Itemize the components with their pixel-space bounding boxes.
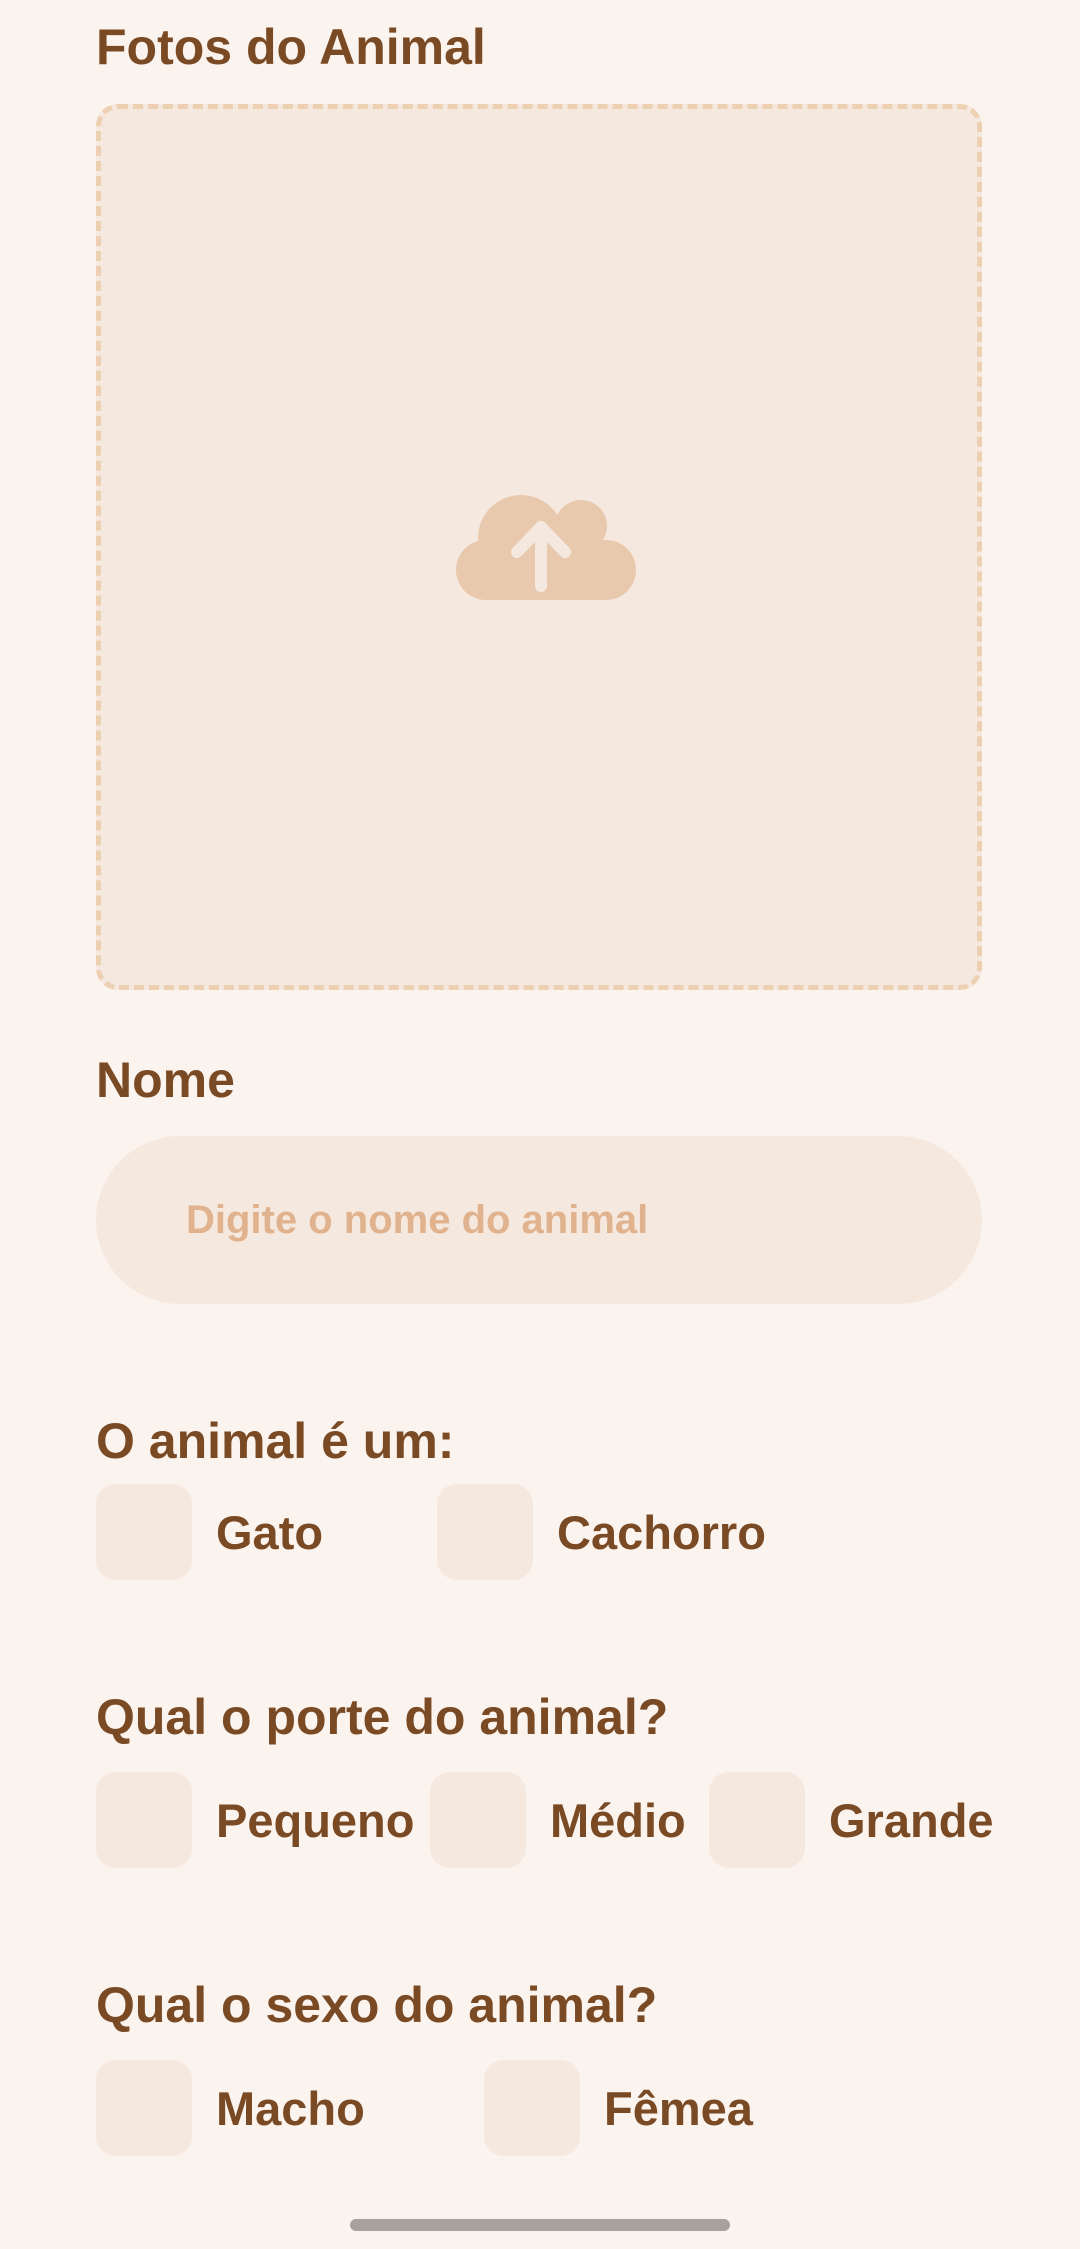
cachorro-checkbox[interactable] xyxy=(437,1484,533,1580)
species-option-cachorro[interactable]: Cachorro xyxy=(437,1484,766,1580)
grande-label: Grande xyxy=(829,1793,994,1847)
sex-option-macho[interactable]: Macho xyxy=(96,2060,365,2156)
animal-name-input[interactable] xyxy=(96,1136,982,1304)
sex-section-title: Qual o sexo do animal? xyxy=(96,1977,658,2033)
size-option-pequeno[interactable]: Pequeno xyxy=(96,1772,414,1868)
pequeno-checkbox[interactable] xyxy=(96,1772,192,1868)
gato-checkbox[interactable] xyxy=(96,1484,192,1580)
size-option-medio[interactable]: Médio xyxy=(430,1772,686,1868)
pequeno-label: Pequeno xyxy=(216,1793,415,1847)
macho-checkbox[interactable] xyxy=(96,2060,192,2156)
sex-option-femea[interactable]: Fêmea xyxy=(484,2060,753,2156)
medio-checkbox[interactable] xyxy=(430,1772,526,1868)
cachorro-label: Cachorro xyxy=(557,1505,766,1559)
size-section-title: Qual o porte do animal? xyxy=(96,1689,669,1745)
size-option-grande[interactable]: Grande xyxy=(709,1772,994,1868)
grande-checkbox[interactable] xyxy=(709,1772,805,1868)
species-section-title: O animal é um: xyxy=(96,1413,455,1469)
medio-label: Médio xyxy=(550,1793,686,1847)
cloud-upload-icon xyxy=(456,495,636,600)
home-indicator[interactable] xyxy=(350,2219,730,2231)
gato-label: Gato xyxy=(216,1505,324,1559)
name-section-title: Nome xyxy=(96,1052,235,1108)
species-option-gato[interactable]: Gato xyxy=(96,1484,323,1580)
femea-checkbox[interactable] xyxy=(484,2060,580,2156)
femea-label: Fêmea xyxy=(604,2081,753,2135)
photos-section-title: Fotos do Animal xyxy=(96,19,486,75)
macho-label: Macho xyxy=(216,2081,365,2135)
